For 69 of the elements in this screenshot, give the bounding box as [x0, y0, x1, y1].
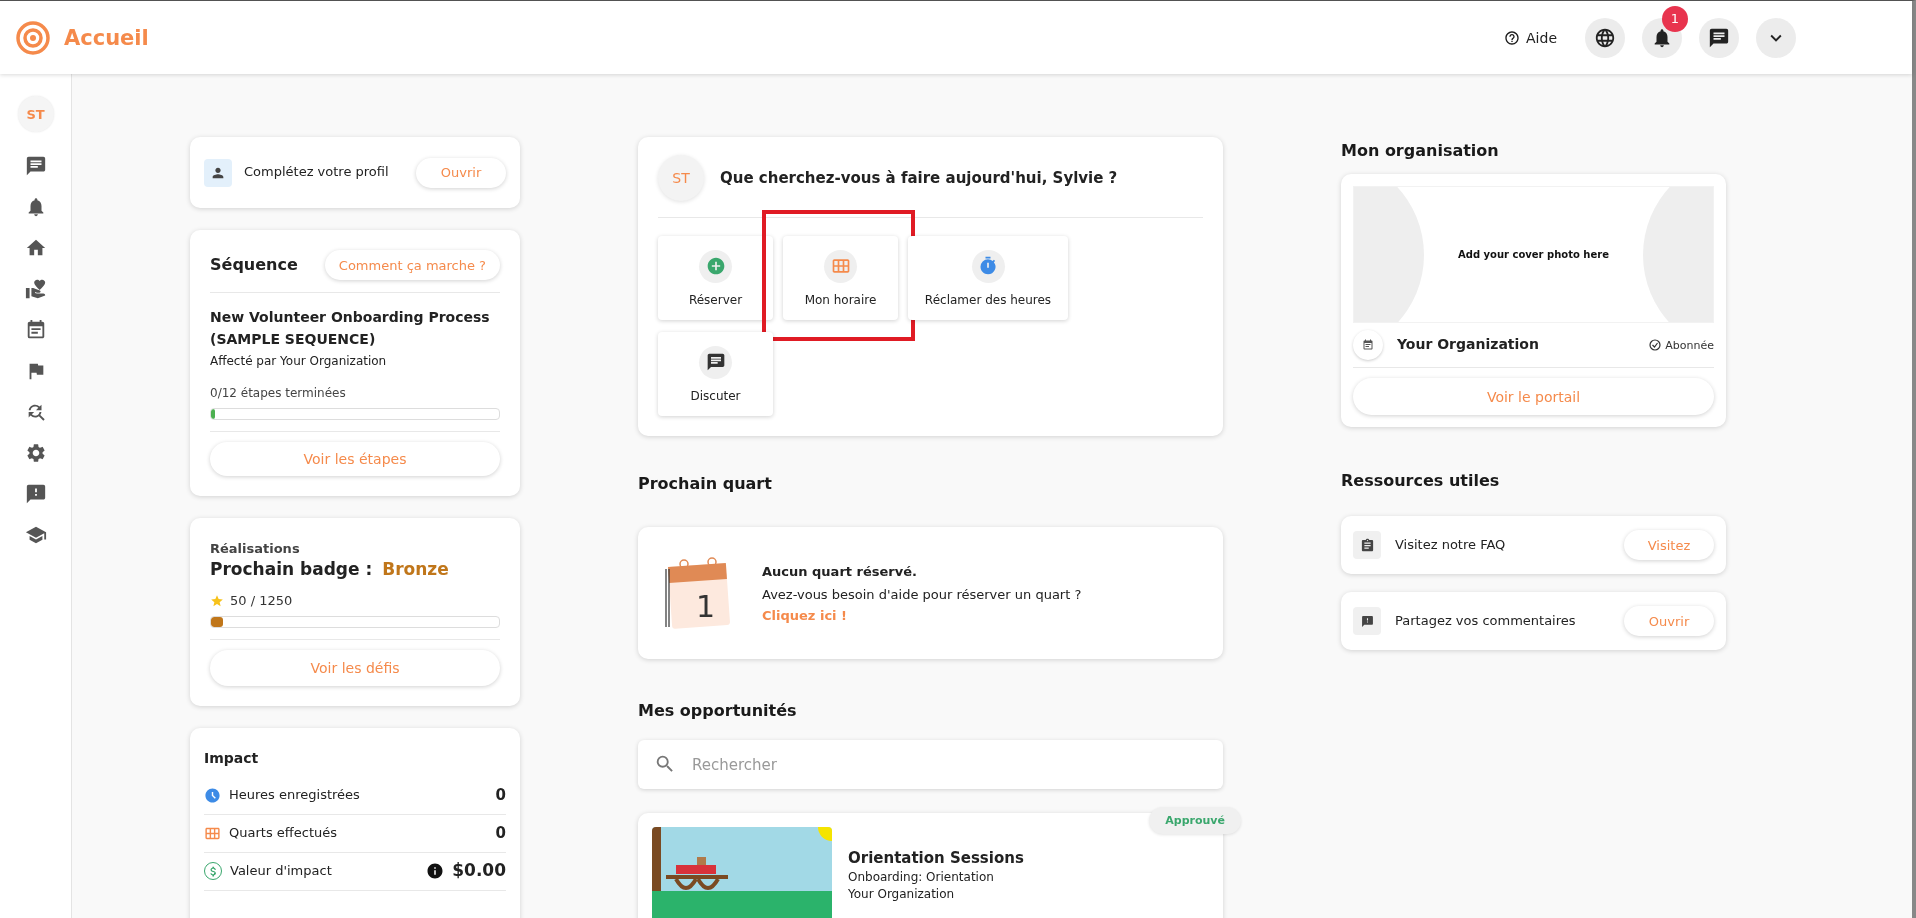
chat-icon — [699, 345, 732, 379]
language-button[interactable] — [1585, 17, 1625, 58]
card-title: Séquence — [210, 253, 298, 276]
cover-text: Add your cover photo here — [1458, 249, 1609, 260]
action-tile[interactable]: Réclamer des heures — [908, 236, 1068, 320]
search-icon — [654, 753, 676, 775]
impact-label: Valeur d'impact — [230, 862, 332, 881]
status-badge: Approuvé — [1149, 807, 1241, 834]
click-here-link[interactable]: Cliquez ici ! — [762, 607, 1082, 623]
view-portal-button[interactable]: Voir le portail — [1353, 378, 1714, 415]
empty-title: Aucun quart réservé. — [762, 563, 918, 582]
resource-button[interactable]: Visitez — [1624, 530, 1714, 560]
empty-text: Avez-vous besoin d'aide pour réserver un quart ? — [762, 585, 1082, 604]
calendar-icon — [824, 249, 857, 283]
resource-label: Partagez vos commentaires — [1395, 611, 1576, 630]
person-icon — [204, 158, 232, 187]
organization-name: Your Organization — [1397, 335, 1539, 355]
info-icon[interactable] — [426, 862, 445, 881]
page-title: Accueil — [64, 25, 149, 50]
help-link[interactable]: Aide — [1526, 29, 1557, 46]
subscribed-status: Abonnée — [1649, 338, 1714, 352]
notification-count: 1 — [1662, 5, 1688, 32]
next-badge-label: Prochain badge : — [210, 558, 373, 582]
clock-icon — [204, 786, 221, 804]
add-icon — [699, 249, 732, 283]
impact-value: 0 — [495, 822, 506, 844]
user-avatar[interactable]: ST — [17, 96, 54, 132]
section-heading: Mes opportunités — [638, 701, 798, 720]
view-challenges-button[interactable]: Voir les défis — [210, 650, 500, 687]
welcome-question: Que cherchez-vous à faire aujourd'hui, Sylvie ? — [720, 167, 1118, 189]
section-heading: Ressources utiles — [1341, 471, 1501, 490]
sequence-assigned: Affecté par Your Organization — [210, 354, 387, 369]
impact-value: 0 — [495, 784, 506, 806]
feedback-icon — [1353, 607, 1381, 635]
points-text: 50 / 1250 — [230, 591, 293, 610]
progress-text: 0/12 étapes terminées — [210, 386, 346, 401]
section-heading: Prochain quart — [638, 474, 773, 493]
impact-value: $0.00 — [452, 859, 506, 883]
star-icon — [210, 594, 224, 609]
logo-icon — [16, 20, 50, 55]
clipboard-icon — [1353, 531, 1381, 559]
open-button[interactable]: Ouvrir — [416, 157, 506, 188]
action-tile[interactable]: Réserver — [658, 236, 773, 320]
how-it-works-button[interactable]: Comment ça marche ? — [324, 250, 500, 280]
impact-label: Quarts effectués — [229, 824, 337, 843]
resource-button[interactable]: Ouvrir — [1624, 606, 1714, 636]
action-tile[interactable]: Discuter — [658, 332, 773, 416]
badge-name: Bronze — [382, 558, 449, 582]
action-tile[interactable]: Mon horaire — [783, 236, 898, 320]
globe-icon — [1594, 26, 1616, 49]
opportunity-title: Orientation Sessions — [848, 847, 1024, 869]
view-steps-button[interactable]: Voir les étapes — [210, 441, 500, 476]
section-heading: Mon organisation — [1341, 141, 1500, 160]
user-avatar: ST — [658, 155, 704, 201]
card-title: Impact — [204, 750, 259, 767]
sequence-name: New Volunteer Onboarding Process (SAMPLE SEQUENCE) — [210, 309, 490, 347]
chat-icon — [1708, 26, 1730, 49]
timer-icon — [971, 249, 1005, 283]
opportunity-category: Onboarding: Orientation — [848, 868, 995, 886]
messages-button[interactable] — [1699, 17, 1739, 58]
achievements-label: Réalisations — [210, 540, 300, 556]
organization-logo — [1353, 330, 1383, 360]
check-circle-icon — [1649, 339, 1662, 351]
search-field[interactable]: Rechercher — [638, 740, 1223, 789]
help-icon — [1504, 29, 1521, 46]
profile-prompt: Complétez votre profil — [244, 163, 389, 182]
opportunity-organization: Your Organization — [848, 885, 956, 903]
resource-label: Visitez notre FAQ — [1395, 535, 1506, 554]
impact-label: Heures enregistrées — [229, 786, 360, 805]
